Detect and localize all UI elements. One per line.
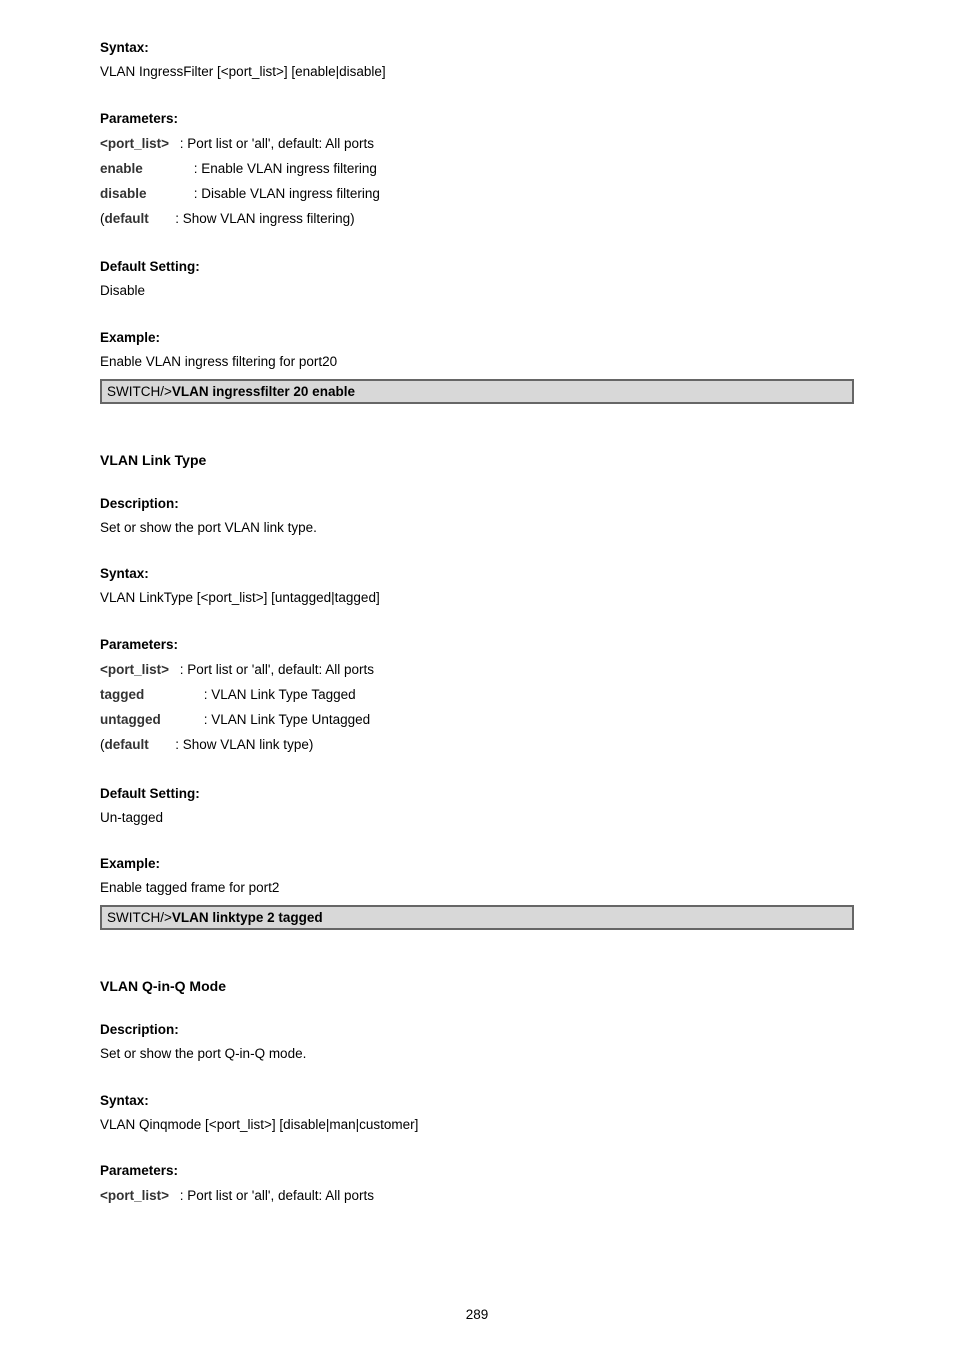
- example-text: Enable tagged frame for port2: [100, 877, 854, 899]
- syntax-text: VLAN LinkType [<port_list>] [untagged|ta…: [100, 587, 854, 609]
- section-heading: VLAN Q-in-Q Mode: [100, 978, 854, 994]
- param-name: disable: [100, 182, 190, 207]
- param-row: <port_list> : Port list or 'all', defaul…: [100, 132, 854, 157]
- description-block-2: Description: Set or show the port VLAN l…: [100, 496, 854, 539]
- syntax-block-2: Syntax: VLAN LinkType [<port_list>] [unt…: [100, 566, 854, 609]
- default-label: Default Setting:: [100, 786, 854, 801]
- syntax-block-3: Syntax: VLAN Qinqmode [<port_list>] [dis…: [100, 1093, 854, 1136]
- param-row: disable : Disable VLAN ingress filtering: [100, 182, 854, 207]
- code-box: SWITCH/>VLAN linktype 2 tagged: [100, 905, 854, 930]
- code-command: VLAN linktype 2 tagged: [172, 910, 323, 925]
- param-list: <port_list> : Port list or 'all', defaul…: [100, 1184, 854, 1209]
- page-number: 289: [0, 1307, 954, 1322]
- param-name: tagged: [100, 683, 200, 708]
- param-desc: : VLAN Link Type Untagged: [204, 712, 370, 727]
- description-label: Description:: [100, 1022, 854, 1037]
- param-list: <port_list> : Port list or 'all', defaul…: [100, 658, 854, 758]
- default-block-2: Default Setting: Un-tagged: [100, 786, 854, 829]
- param-note-desc: : Show VLAN ingress filtering): [175, 211, 354, 226]
- default-label: Default Setting:: [100, 259, 854, 274]
- default-block-1: Default Setting: Disable: [100, 259, 854, 302]
- code-box: SWITCH/>VLAN ingressfilter 20 enable: [100, 379, 854, 404]
- param-desc: : Disable VLAN ingress filtering: [194, 186, 380, 201]
- param-note-row: (default : Show VLAN ingress filtering): [100, 207, 854, 232]
- description-label: Description:: [100, 496, 854, 511]
- param-desc: : Port list or 'all', default: All ports: [180, 662, 374, 677]
- param-row: <port_list> : Port list or 'all', defaul…: [100, 1184, 854, 1209]
- syntax-label: Syntax:: [100, 566, 854, 581]
- description-text: Set or show the port Q-in-Q mode.: [100, 1043, 854, 1065]
- description-block-3: Description: Set or show the port Q-in-Q…: [100, 1022, 854, 1065]
- param-note-label: default: [105, 207, 172, 232]
- section-heading: VLAN Link Type: [100, 452, 854, 468]
- example-text: Enable VLAN ingress filtering for port20: [100, 351, 854, 373]
- param-note-row: (default : Show VLAN link type): [100, 733, 854, 758]
- syntax-label: Syntax:: [100, 1093, 854, 1108]
- section-heading-block-2: VLAN Link Type: [100, 452, 854, 468]
- parameters-label: Parameters:: [100, 637, 854, 652]
- example-label: Example:: [100, 856, 854, 871]
- example-block-1: Example: Enable VLAN ingress filtering f…: [100, 330, 854, 404]
- code-prompt: SWITCH/>: [107, 384, 172, 399]
- syntax-block-1: Syntax: VLAN IngressFilter [<port_list>]…: [100, 40, 854, 83]
- syntax-text: VLAN Qinqmode [<port_list>] [disable|man…: [100, 1114, 854, 1136]
- param-name: <port_list>: [100, 132, 176, 157]
- default-value: Disable: [100, 280, 854, 302]
- param-note-desc: : Show VLAN link type): [175, 737, 313, 752]
- param-desc: : VLAN Link Type Tagged: [204, 687, 356, 702]
- syntax-text: VLAN IngressFilter [<port_list>] [enable…: [100, 61, 854, 83]
- parameters-block-1: Parameters: <port_list> : Port list or '…: [100, 111, 854, 232]
- code-command: VLAN ingressfilter 20 enable: [172, 384, 355, 399]
- param-desc: : Port list or 'all', default: All ports: [180, 1188, 374, 1203]
- parameters-block-2: Parameters: <port_list> : Port list or '…: [100, 637, 854, 758]
- section-heading-block-3: VLAN Q-in-Q Mode: [100, 978, 854, 994]
- param-list: <port_list> : Port list or 'all', defaul…: [100, 132, 854, 232]
- example-block-2: Example: Enable tagged frame for port2 S…: [100, 856, 854, 930]
- param-note-label: default: [105, 733, 172, 758]
- parameters-label: Parameters:: [100, 1163, 854, 1178]
- param-row: tagged : VLAN Link Type Tagged: [100, 683, 854, 708]
- parameters-block-3: Parameters: <port_list> : Port list or '…: [100, 1163, 854, 1209]
- param-desc: : Enable VLAN ingress filtering: [194, 161, 377, 176]
- param-desc: : Port list or 'all', default: All ports: [180, 136, 374, 151]
- description-text: Set or show the port VLAN link type.: [100, 517, 854, 539]
- param-name: <port_list>: [100, 1184, 176, 1209]
- param-row: enable : Enable VLAN ingress filtering: [100, 157, 854, 182]
- syntax-label: Syntax:: [100, 40, 854, 55]
- param-name: <port_list>: [100, 658, 176, 683]
- example-label: Example:: [100, 330, 854, 345]
- code-prompt: SWITCH/>: [107, 910, 172, 925]
- param-row: <port_list> : Port list or 'all', defaul…: [100, 658, 854, 683]
- param-row: untagged : VLAN Link Type Untagged: [100, 708, 854, 733]
- param-name: untagged: [100, 708, 200, 733]
- parameters-label: Parameters:: [100, 111, 854, 126]
- default-value: Un-tagged: [100, 807, 854, 829]
- param-name: enable: [100, 157, 190, 182]
